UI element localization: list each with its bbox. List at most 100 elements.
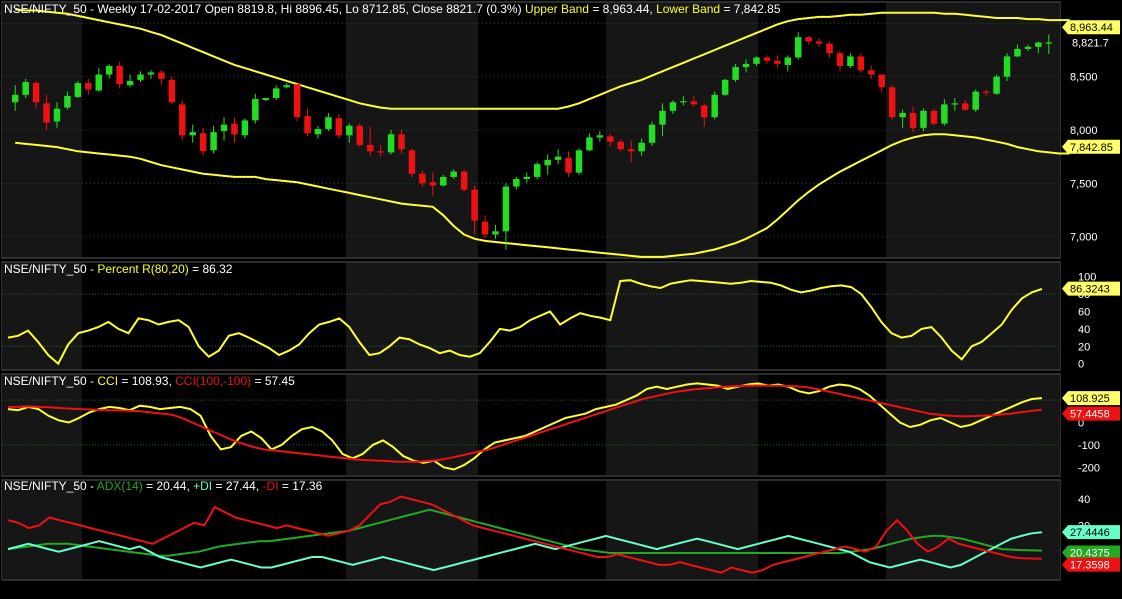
panel-2-shade-3: [886, 375, 1060, 475]
panel-1-shade-1: [346, 263, 478, 369]
minus-di-value: 17.36: [292, 479, 322, 493]
plus-di-value-tag: 27.4446: [1062, 525, 1120, 540]
minus-di-value-tag-text: 17.3598: [1070, 560, 1110, 572]
chart-stage: 8,5008,0007,5007,0001008060402001000-100…: [0, 0, 1122, 599]
candle-body: [648, 124, 656, 143]
candle-body: [366, 144, 374, 152]
candle-body: [680, 101, 687, 103]
candle-body: [533, 164, 541, 177]
price-high: 8896.45: [295, 2, 339, 16]
price-symbol: NSE/NIFTY_50: [4, 2, 87, 16]
chart-canvas[interactable]: 8,5008,0007,5007,0001008060402001000-100…: [0, 0, 1122, 599]
value-tags-layer: 8,963.44 7,842.85 8,821.7 86.3243 108.925 57.…: [1062, 20, 1120, 572]
plus-di-title: +DI: [193, 479, 212, 493]
minus-di-title: -DI: [263, 479, 279, 493]
candle-body: [920, 110, 927, 128]
panel-1-tick-label: 0: [1078, 359, 1084, 371]
candle-body: [481, 221, 489, 235]
candle-body: [471, 189, 478, 221]
candle-body: [147, 72, 155, 75]
price-date: 17-02-2017: [140, 2, 202, 16]
candle-body: [1014, 48, 1021, 57]
panel-3-shade-2: [606, 481, 758, 579]
candle-body: [1045, 42, 1053, 44]
candle-body: [450, 171, 457, 177]
panel-3-shade-0: [2, 481, 82, 579]
adx-title: ADX(14): [97, 479, 143, 493]
plus-di-value-tag-text: 27.4446: [1070, 527, 1110, 539]
candle-body: [878, 74, 885, 88]
candle-body: [638, 142, 645, 152]
candle-body: [314, 128, 322, 135]
candle-body: [721, 79, 729, 95]
candle-body: [972, 91, 979, 110]
upper-band-value: 8,963.44: [603, 2, 650, 16]
candle-body: [502, 186, 510, 232]
candle-body: [847, 56, 854, 66]
candle-body: [784, 57, 792, 65]
price-change: (0.3%): [486, 2, 521, 16]
candle-body: [951, 103, 959, 105]
candle-body: [64, 95, 71, 108]
price-close: 8821.7: [446, 2, 483, 16]
candle-body: [794, 37, 802, 58]
candle-body: [293, 84, 301, 118]
candle-body: [32, 83, 40, 103]
last-price-label: 8,821.7: [1072, 37, 1109, 49]
cci-header: NSE/NIFTY_50 - CCI = 108.93, CCI(100,-10…: [4, 374, 295, 388]
cci-ma-value-tag: 57.4458: [1062, 406, 1120, 421]
panel-1-tick-label: 20: [1078, 341, 1090, 353]
cci-value-tag-text: 108.925: [1070, 393, 1110, 405]
panel-2-tick-label: -200: [1078, 462, 1100, 474]
candle-body: [857, 56, 865, 71]
candle-body: [565, 157, 572, 173]
candle-body: [85, 83, 92, 90]
cci-value-tag: 108.925: [1062, 391, 1120, 406]
pr-value-tag-text: 86.3243: [1070, 284, 1110, 296]
upper-band-label: Upper Band: [525, 2, 589, 16]
candle-body: [993, 76, 1000, 94]
lower-band-tag-text: 7,842.85: [1070, 142, 1113, 154]
candle-body: [492, 231, 499, 235]
price-tick-label: 8,500: [1070, 72, 1098, 84]
candle-body: [429, 182, 437, 186]
candle-body: [513, 179, 520, 187]
candle-body: [868, 70, 875, 75]
candle-body: [387, 134, 395, 153]
candle-body: [941, 104, 948, 124]
candle-body: [126, 80, 134, 86]
candle-body: [982, 91, 990, 93]
minus-di-value-tag: 17.3598: [1062, 557, 1120, 572]
cci-ma-value: 57.45: [265, 374, 295, 388]
price-open: 8819.8: [237, 2, 274, 16]
price-tick-label: 7,500: [1070, 178, 1098, 190]
panel-1-shade-0: [2, 263, 82, 369]
candle-body: [627, 149, 635, 152]
price-timeframe: Weekly: [97, 2, 136, 16]
candle-body: [930, 110, 938, 124]
candle-body: [888, 87, 896, 118]
candle-body: [659, 110, 666, 125]
candle-body: [43, 103, 50, 123]
price-low: 8712.85: [362, 2, 406, 16]
lower-band-label: Lower Band: [656, 2, 720, 16]
candle-body: [669, 102, 677, 111]
candle-body: [346, 125, 353, 136]
pr-value-tag: 86.3243: [1062, 281, 1120, 296]
candle-body: [899, 112, 906, 118]
panel-1-shade-3: [886, 263, 1060, 369]
candle-body: [742, 63, 750, 68]
candle-body: [815, 41, 823, 44]
candle-body: [74, 83, 82, 97]
candle-body: [220, 124, 228, 132]
candle-body: [554, 156, 562, 160]
panel-3-shade-3: [886, 481, 1060, 579]
candle-body: [523, 176, 531, 180]
candle-body: [805, 37, 812, 42]
lower-band-value: 7,842.85: [734, 2, 781, 16]
candle-body: [179, 104, 186, 136]
panel-backgrounds: [1, 1, 1061, 581]
candle-body: [116, 66, 123, 85]
candle-body: [137, 74, 144, 80]
plus-di-value: 27.44: [226, 479, 256, 493]
